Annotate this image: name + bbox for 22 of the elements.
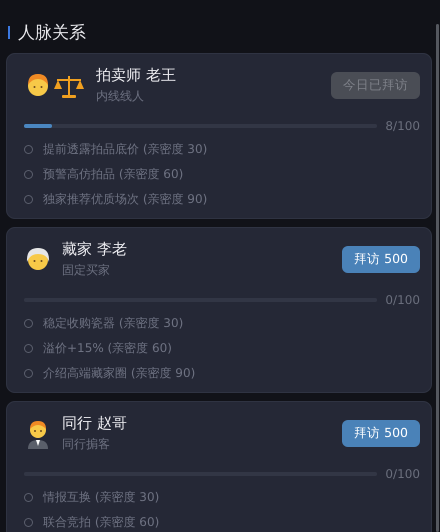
contact-role: 同行掮客: [62, 436, 111, 453]
contact-role: 固定买家: [62, 262, 111, 279]
perk-label: 稳定收购瓷器 (亲密度 30): [43, 315, 184, 332]
contact-name: 拍卖师 老王: [96, 66, 177, 85]
perk-label: 溢价+15% (亲密度 60): [43, 340, 172, 357]
visit-button[interactable]: 拜访 500: [342, 246, 420, 273]
accent-bar: [8, 26, 10, 38]
contact-role: 内线线人: [96, 88, 145, 105]
visit-button[interactable]: 拜访 500: [342, 420, 420, 447]
perk-label: 独家推荐优质场次 (亲密度 90): [43, 191, 208, 208]
perk-label: 情报互换 (亲密度 30): [43, 489, 160, 506]
contact-name: 藏家 李老: [62, 240, 128, 259]
progress-count: 0/100: [385, 293, 420, 307]
progress-count: 0/100: [385, 467, 420, 481]
perk-label: 介绍高端藏家圈 (亲密度 90): [43, 365, 196, 382]
progress-count: 8/100: [385, 119, 420, 133]
perk-label: 预警高仿拍品 (亲密度 60): [43, 166, 184, 183]
perk-label: 联合竞拍 (亲密度 60): [43, 514, 160, 531]
contact-name: 同行 赵哥: [62, 414, 128, 433]
perk-label: 提前透露拍品底价 (亲密度 30): [43, 141, 208, 158]
scrollbar[interactable]: [436, 24, 439, 532]
section-title: 人脉关系: [18, 22, 86, 44]
